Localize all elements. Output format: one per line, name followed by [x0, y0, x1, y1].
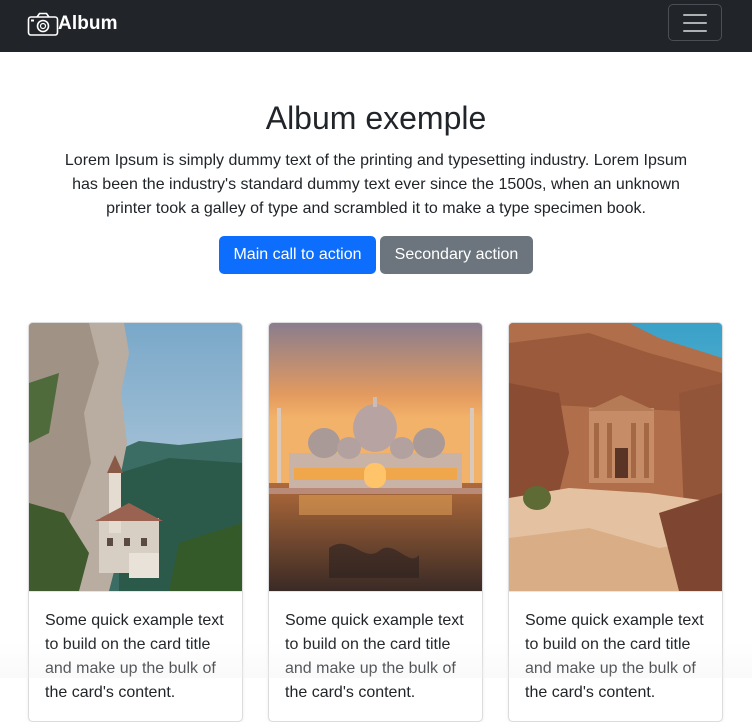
card-text: Some quick example text to build on the … [45, 612, 224, 701]
secondary-action-button[interactable]: Secondary action [380, 236, 533, 274]
main-call-to-action-button[interactable]: Main call to action [219, 236, 376, 274]
brand-link[interactable]: Album [27, 9, 118, 39]
hamburger-menu-icon [683, 14, 707, 32]
album-card: Some quick example text to build on the … [508, 322, 723, 722]
navbar: Album [0, 0, 752, 52]
mosque-sunset-photo [269, 323, 482, 592]
card-text: Some quick example text to build on the … [525, 612, 704, 701]
page-title: Album exemple [265, 100, 487, 136]
card-text: Some quick example text to build on the … [285, 612, 464, 701]
album-card: Some quick example text to build on the … [268, 322, 483, 722]
petra-treasury-photo [509, 323, 722, 592]
album-card: Some quick example text to build on the … [28, 322, 243, 722]
brand-text: Album [58, 13, 118, 34]
camera-icon [27, 12, 59, 36]
hero-lead-text: Lorem Ipsum is simply dummy text of the … [64, 152, 688, 217]
navbar-toggle-button[interactable] [668, 4, 722, 41]
mountain-sanctuary-photo [29, 323, 242, 592]
